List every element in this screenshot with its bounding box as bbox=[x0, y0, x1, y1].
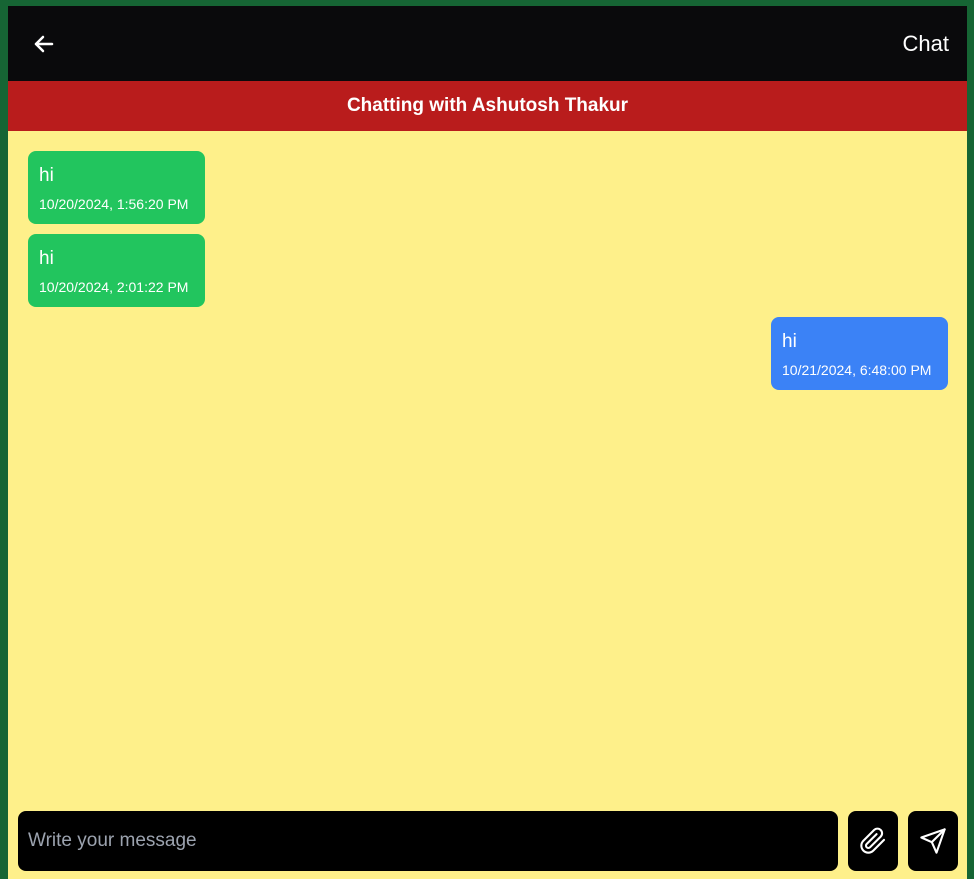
message-text: hi bbox=[782, 331, 797, 352]
message-composer bbox=[8, 809, 967, 879]
message-bubble-received: hi 10/20/2024, 1:56:20 PM bbox=[28, 151, 205, 224]
message-list[interactable]: hi 10/20/2024, 1:56:20 PM hi 10/20/2024,… bbox=[8, 131, 967, 809]
chat-window: Chat Chatting with Ashutosh Thakur hi 10… bbox=[8, 6, 967, 879]
send-button[interactable] bbox=[908, 811, 958, 871]
message-bubble-received: hi 10/20/2024, 2:01:22 PM bbox=[28, 234, 205, 307]
back-button[interactable] bbox=[30, 30, 58, 58]
send-icon bbox=[920, 828, 946, 854]
top-bar: Chat bbox=[8, 6, 967, 81]
message-timestamp: 10/21/2024, 6:48:00 PM bbox=[782, 362, 932, 378]
message-bubble-sent: hi 10/21/2024, 6:48:00 PM bbox=[771, 317, 948, 390]
message-input[interactable] bbox=[18, 811, 838, 871]
chat-header: Chatting with Ashutosh Thakur bbox=[8, 81, 967, 131]
arrow-left-icon bbox=[34, 35, 54, 52]
message-timestamp: 10/20/2024, 2:01:22 PM bbox=[39, 279, 189, 295]
paperclip-icon bbox=[860, 827, 886, 854]
chat-header-title: Chatting with Ashutosh Thakur bbox=[346, 95, 629, 116]
message-text: hi bbox=[39, 165, 54, 186]
attach-button[interactable] bbox=[848, 811, 898, 871]
message-timestamp: 10/20/2024, 1:56:20 PM bbox=[39, 196, 189, 212]
message-text: hi bbox=[39, 248, 54, 269]
app-title: Chat bbox=[902, 30, 949, 56]
